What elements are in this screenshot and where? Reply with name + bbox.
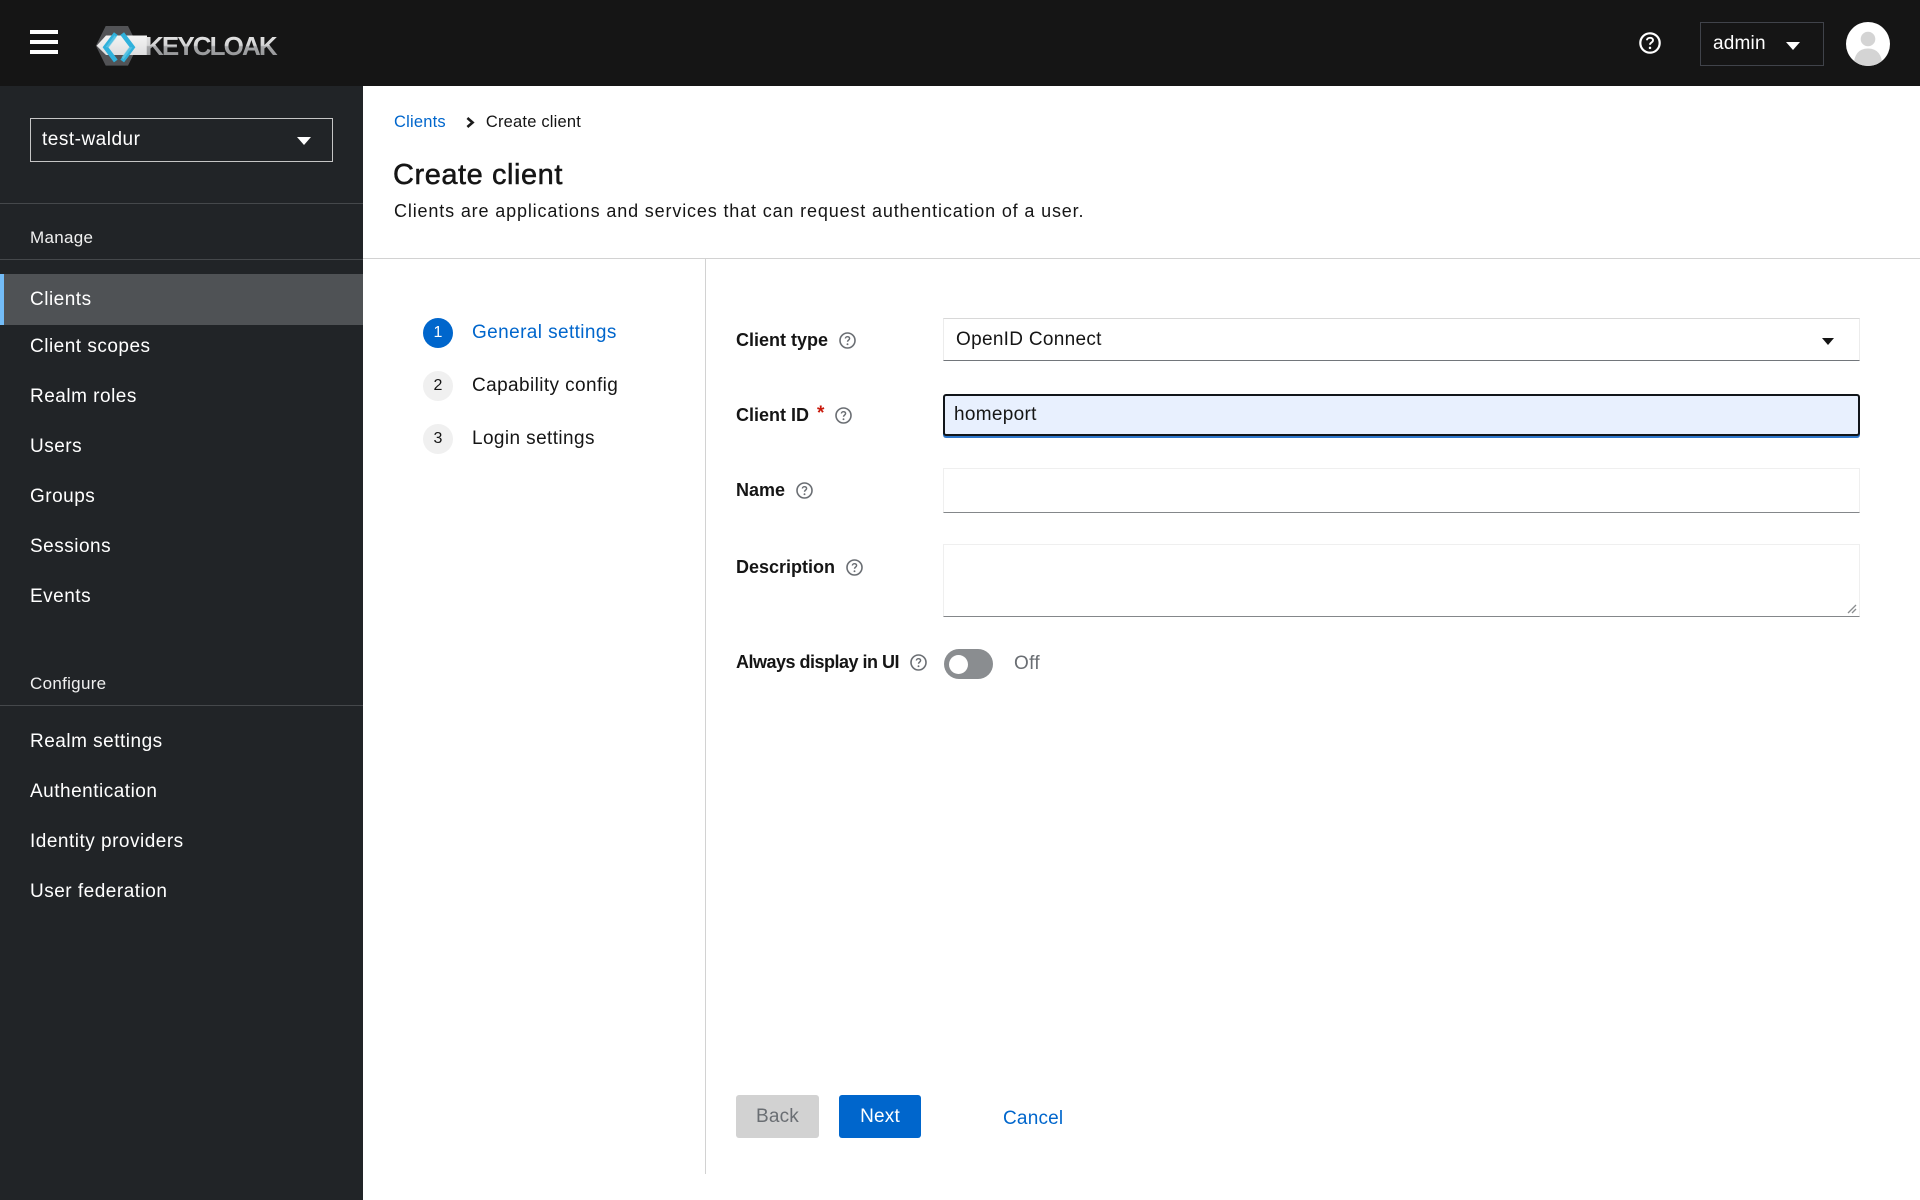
svg-text:KEYCLOAK: KEYCLOAK (145, 31, 278, 61)
